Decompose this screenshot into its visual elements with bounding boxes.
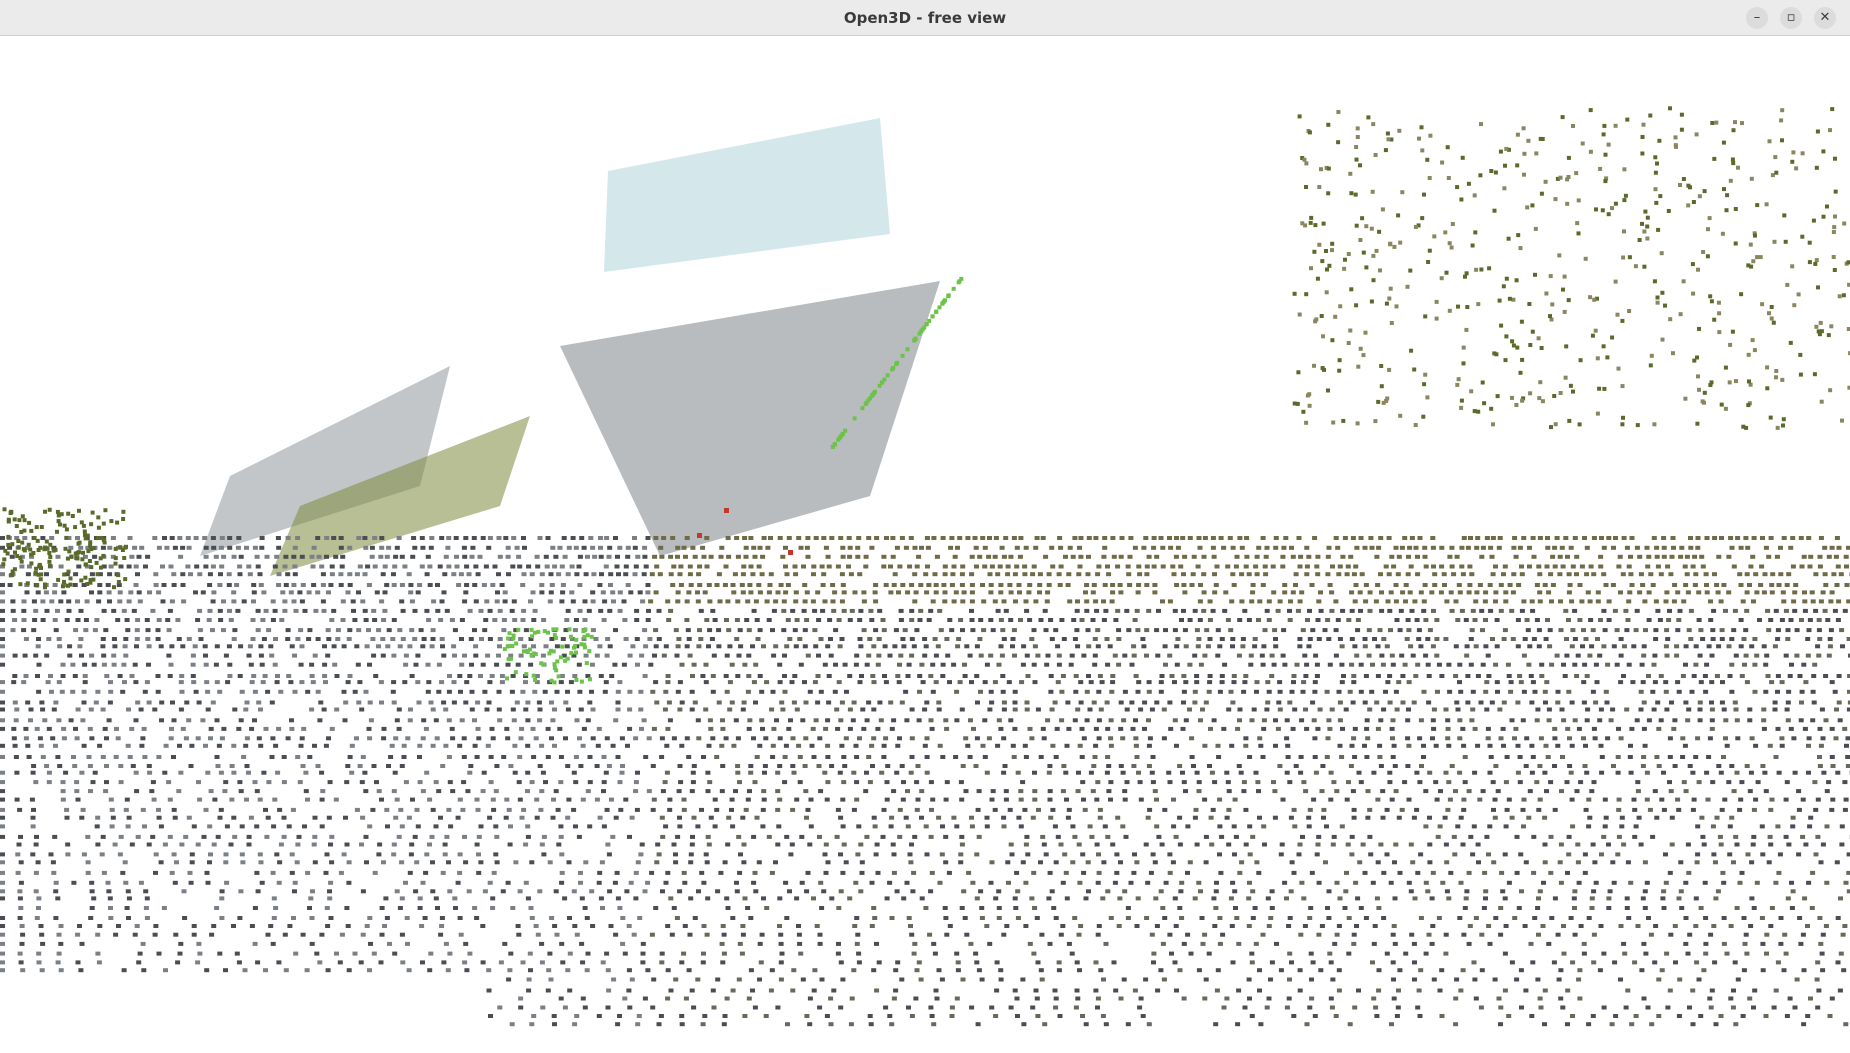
maximize-button[interactable]: ▫ [1780, 7, 1802, 29]
point-cloud-canvas[interactable] [0, 36, 1850, 1053]
window-title: Open3D - free view [843, 9, 1007, 27]
close-icon: ✕ [1819, 10, 1831, 25]
window-controls: – ▫ ✕ [1746, 7, 1836, 29]
minimize-icon: – [1753, 10, 1761, 25]
minimize-button[interactable]: – [1746, 7, 1768, 29]
title-bar[interactable]: Open3D - free view – ▫ ✕ [0, 0, 1850, 36]
point-cloud-viewport[interactable] [0, 36, 1850, 1053]
close-button[interactable]: ✕ [1814, 7, 1836, 29]
app-window: Open3D - free view – ▫ ✕ [0, 0, 1850, 1053]
maximize-icon: ▫ [1786, 10, 1796, 25]
